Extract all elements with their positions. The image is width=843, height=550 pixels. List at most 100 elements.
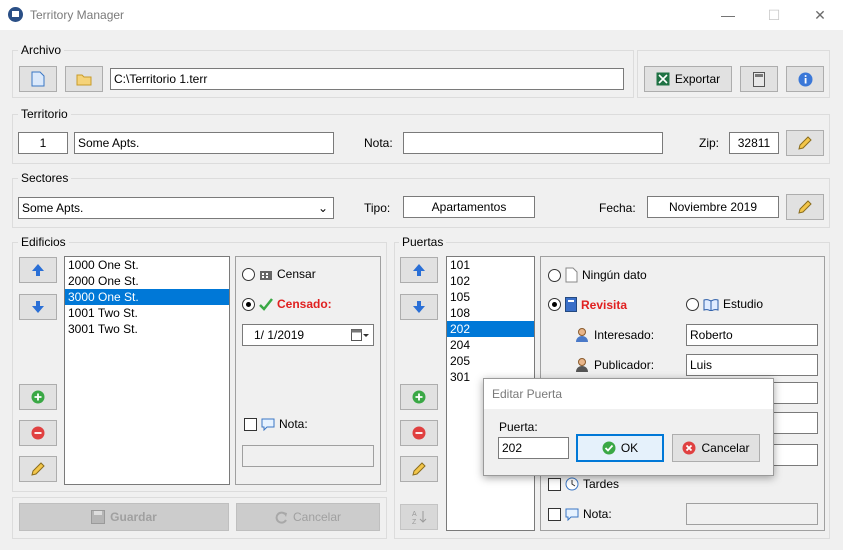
door-nota-field[interactable] — [686, 503, 818, 525]
sector-selected: Some Apts. — [22, 201, 84, 215]
territorio-label: Territorio — [18, 107, 71, 121]
checkmark-icon — [259, 297, 273, 311]
list-item[interactable]: 102 — [447, 273, 534, 289]
open-folder-button[interactable] — [65, 66, 103, 92]
door-nota-option[interactable]: Nota: — [548, 507, 612, 521]
building-nota-option[interactable]: Nota: — [244, 417, 308, 431]
dialog-title: Editar Puerta — [484, 379, 773, 409]
calculator-button[interactable] — [740, 66, 778, 92]
comment-icon — [565, 508, 579, 521]
maximize-button[interactable]: ☐ — [751, 0, 797, 30]
sector-dropdown[interactable]: Some Apts. ⌄ — [18, 197, 334, 219]
list-item[interactable]: 1000 One St. — [65, 257, 229, 273]
edit-door-button[interactable] — [400, 456, 438, 482]
building-nota-checkbox[interactable] — [244, 417, 257, 431]
list-item[interactable]: 105 — [447, 289, 534, 305]
estudio-radio[interactable] — [686, 297, 699, 311]
plus-icon — [412, 390, 426, 404]
person-icon — [576, 328, 588, 342]
comment-icon — [261, 418, 275, 431]
list-item[interactable]: 2000 One St. — [65, 273, 229, 289]
estudio-label: Estudio — [723, 297, 764, 311]
list-item[interactable]: 1001 Two St. — [65, 305, 229, 321]
edit-territory-button[interactable] — [786, 130, 824, 156]
buildings-list[interactable]: 1000 One St. 2000 One St. 3000 One St. 1… — [64, 256, 230, 485]
list-item[interactable]: 3001 Two St. — [65, 321, 229, 337]
remove-door-button[interactable] — [400, 420, 438, 446]
add-building-button[interactable] — [19, 384, 57, 410]
file-path-field[interactable]: C:\Territorio 1.terr — [110, 68, 624, 90]
censar-option[interactable]: Censar — [242, 267, 316, 281]
close-button[interactable]: ✕ — [797, 0, 843, 30]
door-move-up-button[interactable] — [400, 257, 438, 283]
move-up-button[interactable] — [19, 257, 57, 283]
territory-number-field[interactable]: 1 — [18, 132, 68, 154]
guardar-button[interactable]: Guardar — [19, 503, 229, 531]
guardar-label: Guardar — [110, 510, 157, 524]
census-date: 1/ 1/2019 — [254, 328, 305, 342]
new-file-button[interactable] — [19, 66, 57, 92]
calendar-icon — [351, 329, 369, 341]
arrow-down-icon — [32, 301, 44, 313]
ningun-radio[interactable] — [548, 268, 561, 282]
revisita-radio[interactable] — [548, 298, 561, 311]
save-icon — [91, 510, 106, 524]
edit-building-button[interactable] — [19, 456, 57, 482]
excel-icon — [656, 72, 670, 86]
fecha-field[interactable]: Noviembre 2019 — [647, 196, 779, 218]
ningun-option[interactable]: Ningún dato — [548, 267, 647, 283]
list-item[interactable]: 204 — [447, 337, 534, 353]
door-move-down-button[interactable] — [400, 294, 438, 320]
revisita-option[interactable]: Revisita — [548, 297, 627, 312]
tardes-checkbox[interactable] — [548, 477, 561, 491]
territorio-nota-label: Nota: — [364, 136, 393, 150]
census-date-picker[interactable]: 1/ 1/2019 — [242, 324, 374, 346]
window-title: Territory Manager — [30, 8, 125, 22]
censar-radio[interactable] — [242, 267, 255, 281]
list-item[interactable]: 202 — [447, 321, 534, 337]
list-item[interactable]: 108 — [447, 305, 534, 321]
ok-button[interactable]: OK — [576, 434, 664, 462]
censado-label: Censado: — [277, 297, 332, 311]
move-down-button[interactable] — [19, 294, 57, 320]
censado-radio[interactable] — [242, 297, 255, 311]
interesado-field[interactable]: Roberto — [686, 324, 818, 346]
fecha-label: Fecha: — [599, 201, 636, 215]
cancelar-edit-label: Cancelar — [292, 510, 342, 524]
add-door-button[interactable] — [400, 384, 438, 410]
ok-label: OK — [620, 441, 639, 455]
puerta-input[interactable]: 202 — [498, 437, 569, 459]
undo-icon — [275, 511, 287, 524]
building-nota-label: Nota: — [279, 417, 308, 431]
territorio-nota-field[interactable] — [403, 132, 663, 154]
puerta-label: Puerta: — [499, 420, 538, 434]
list-item[interactable]: 205 — [447, 353, 534, 369]
sort-button[interactable]: AZ — [400, 504, 438, 530]
blank-page-icon — [565, 267, 578, 283]
territory-name-field[interactable]: Some Apts. — [74, 132, 334, 154]
archivo-label: Archivo — [18, 43, 65, 57]
minimize-button[interactable]: — — [705, 0, 751, 30]
minus-icon — [31, 426, 45, 440]
puertas-label: Puertas — [399, 235, 447, 249]
book-icon — [703, 298, 719, 311]
edit-sector-button[interactable] — [786, 194, 824, 220]
remove-building-button[interactable] — [19, 420, 57, 446]
list-item[interactable]: 3000 One St. — [65, 289, 229, 305]
zip-field[interactable]: 32811 — [729, 132, 779, 154]
publicador-field[interactable]: Luis — [686, 354, 818, 376]
tardes-option[interactable]: Tardes — [548, 477, 619, 491]
door-nota-checkbox[interactable] — [548, 507, 561, 521]
list-item[interactable]: 101 — [447, 257, 534, 273]
dialog-cancel-label: Cancelar — [701, 441, 750, 455]
exportar-button[interactable]: Exportar — [644, 66, 732, 92]
cancelar-edit-button[interactable]: Cancelar — [236, 503, 380, 531]
censado-option[interactable]: Censado: — [242, 297, 332, 311]
building-nota-field[interactable] — [242, 445, 374, 467]
tipo-field[interactable]: Apartamentos — [403, 196, 535, 218]
revisita-label: Revisita — [581, 297, 628, 312]
info-button[interactable] — [786, 66, 824, 92]
estudio-option[interactable]: Estudio — [686, 297, 763, 311]
dialog-cancel-button[interactable]: Cancelar — [672, 434, 760, 462]
notebook-icon — [565, 297, 577, 312]
